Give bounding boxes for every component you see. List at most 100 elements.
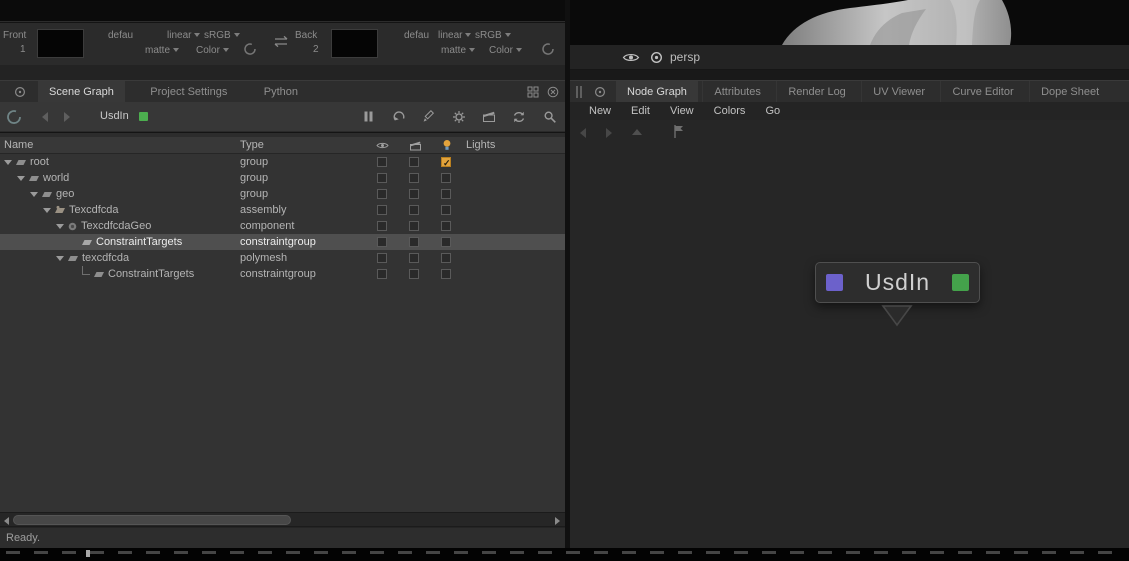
expander-icon[interactable] <box>4 159 12 165</box>
front-channel-dropdown[interactable]: Color <box>196 45 229 56</box>
viewer-visibility-checkbox[interactable] <box>377 237 387 247</box>
front-colorspace-dropdown[interactable]: defau <box>108 30 133 41</box>
render-working-set-checkbox[interactable] <box>409 189 419 199</box>
front-layer-swatch[interactable] <box>37 29 84 58</box>
viewer-visibility-checkbox[interactable] <box>377 173 387 183</box>
table-row[interactable]: world group <box>0 170 565 186</box>
lights-working-set-checkbox[interactable] <box>441 253 451 263</box>
back-matte-dropdown[interactable]: matte <box>441 45 476 56</box>
flag-icon[interactable] <box>672 124 685 139</box>
lights-working-set-checkbox[interactable] <box>441 221 451 231</box>
expander-icon[interactable] <box>56 255 64 261</box>
lights-working-set-checkbox[interactable] <box>441 155 451 171</box>
table-row[interactable]: geo group <box>0 186 565 202</box>
pane-circle-icon[interactable] <box>594 86 606 98</box>
table-row[interactable]: TexcdfcdaGeo component <box>0 218 565 234</box>
viewer-visibility-checkbox[interactable] <box>377 205 387 215</box>
liveness-swirl-icon[interactable] <box>6 109 22 125</box>
tab-uv-viewer[interactable]: UV Viewer <box>861 81 936 102</box>
back-colorspace-dropdown[interactable]: defau <box>404 30 429 41</box>
pause-icon[interactable] <box>362 110 375 123</box>
lights-working-set-checkbox[interactable] <box>441 173 451 183</box>
menu-colors[interactable]: Colors <box>705 105 755 117</box>
table-row[interactable]: Texcdfcda assembly <box>0 202 565 218</box>
forward-arrow-icon[interactable] <box>64 112 70 122</box>
tab-python[interactable]: Python <box>253 81 309 103</box>
close-icon[interactable] <box>547 86 559 98</box>
refresh-icon[interactable] <box>512 110 526 124</box>
nav-back-icon[interactable] <box>580 128 586 138</box>
table-row-selected[interactable]: ConstraintTargets constraintgroup <box>0 234 565 250</box>
search-icon[interactable] <box>543 110 557 124</box>
eye-icon[interactable] <box>376 139 389 152</box>
horizontal-scrollbar[interactable] <box>0 512 565 527</box>
drag-handle-icon[interactable] <box>575 86 583 98</box>
render-working-set-checkbox[interactable] <box>409 157 419 167</box>
timeline-strip[interactable] <box>0 548 1129 561</box>
current-frame-marker[interactable] <box>86 550 90 557</box>
node-output-port-icon[interactable] <box>880 304 914 328</box>
tab-project-settings[interactable]: Project Settings <box>139 81 238 103</box>
menu-edit[interactable]: Edit <box>622 105 659 117</box>
tab-scene-graph[interactable]: Scene Graph <box>38 81 125 103</box>
render-working-set-checkbox[interactable] <box>409 269 419 279</box>
viewer-visibility-checkbox[interactable] <box>377 189 387 199</box>
back-view-dropdown[interactable]: linear <box>438 30 472 41</box>
table-row[interactable]: root group <box>0 154 565 171</box>
gear-icon[interactable] <box>452 110 466 124</box>
viewer-visibility-checkbox[interactable] <box>377 253 387 263</box>
eye-icon[interactable] <box>622 51 640 64</box>
lights-working-set-checkbox[interactable] <box>441 205 451 215</box>
swap-arrows-icon[interactable] <box>272 35 290 48</box>
expander-icon[interactable] <box>43 207 51 213</box>
render-working-set-checkbox[interactable] <box>409 221 419 231</box>
render-working-set-checkbox[interactable] <box>409 205 419 215</box>
lights-working-set-checkbox[interactable] <box>441 189 451 199</box>
expander-icon[interactable] <box>56 223 64 229</box>
viewer-viewport[interactable] <box>570 0 1129 45</box>
front-matte-dropdown[interactable]: matte <box>145 45 180 56</box>
front-view-dropdown[interactable]: linear <box>167 30 201 41</box>
undo-icon[interactable] <box>392 110 406 124</box>
layout-grid-icon[interactable] <box>527 86 539 98</box>
node-edit-flag-port[interactable] <box>952 274 969 291</box>
viewer-visibility-checkbox[interactable] <box>377 157 387 167</box>
expander-icon[interactable] <box>30 191 38 197</box>
usdin-node[interactable]: UsdIn <box>815 262 980 303</box>
back-channel-dropdown[interactable]: Color <box>489 45 522 56</box>
node-graph-canvas[interactable]: UsdIn <box>570 120 1129 548</box>
render-working-set-checkbox[interactable] <box>409 253 419 263</box>
scrollbar-thumb[interactable] <box>13 515 291 525</box>
render-working-set-checkbox[interactable] <box>409 237 419 247</box>
viewer-visibility-checkbox[interactable] <box>377 269 387 279</box>
lights-working-set-checkbox[interactable] <box>441 269 451 279</box>
table-row[interactable]: ConstraintTargets constraintgroup <box>0 266 565 282</box>
render-working-set-checkbox[interactable] <box>409 173 419 183</box>
back-display-dropdown[interactable]: sRGB <box>475 30 511 41</box>
scroll-left-button[interactable] <box>0 513 13 528</box>
nav-up-icon[interactable] <box>632 129 642 135</box>
tab-curve-editor[interactable]: Curve Editor <box>940 81 1024 102</box>
slate-icon[interactable] <box>482 110 496 123</box>
pencil-icon[interactable] <box>422 110 435 123</box>
tab-node-graph[interactable]: Node Graph <box>616 81 698 102</box>
swirl-icon[interactable] <box>541 42 555 56</box>
camera-target-icon[interactable] <box>650 51 663 64</box>
pane-circle-icon[interactable] <box>14 86 26 98</box>
menu-go[interactable]: Go <box>756 105 789 117</box>
light-icon[interactable] <box>440 138 454 152</box>
back-arrow-icon[interactable] <box>42 112 48 122</box>
lights-working-set-checkbox[interactable] <box>441 237 451 247</box>
camera-name-label[interactable]: persp <box>670 50 700 64</box>
front-display-dropdown[interactable]: sRGB <box>204 30 240 41</box>
menu-new[interactable]: New <box>580 105 620 117</box>
back-layer-swatch[interactable] <box>331 29 378 58</box>
scroll-right-button[interactable] <box>551 513 564 528</box>
nav-forward-icon[interactable] <box>606 128 612 138</box>
tab-render-log[interactable]: Render Log <box>776 81 857 102</box>
viewer-visibility-checkbox[interactable] <box>377 221 387 231</box>
swirl-icon[interactable] <box>243 42 257 56</box>
table-row[interactable]: texcdfcda polymesh <box>0 250 565 266</box>
menu-view[interactable]: View <box>661 105 703 117</box>
tab-attributes[interactable]: Attributes <box>702 81 771 102</box>
